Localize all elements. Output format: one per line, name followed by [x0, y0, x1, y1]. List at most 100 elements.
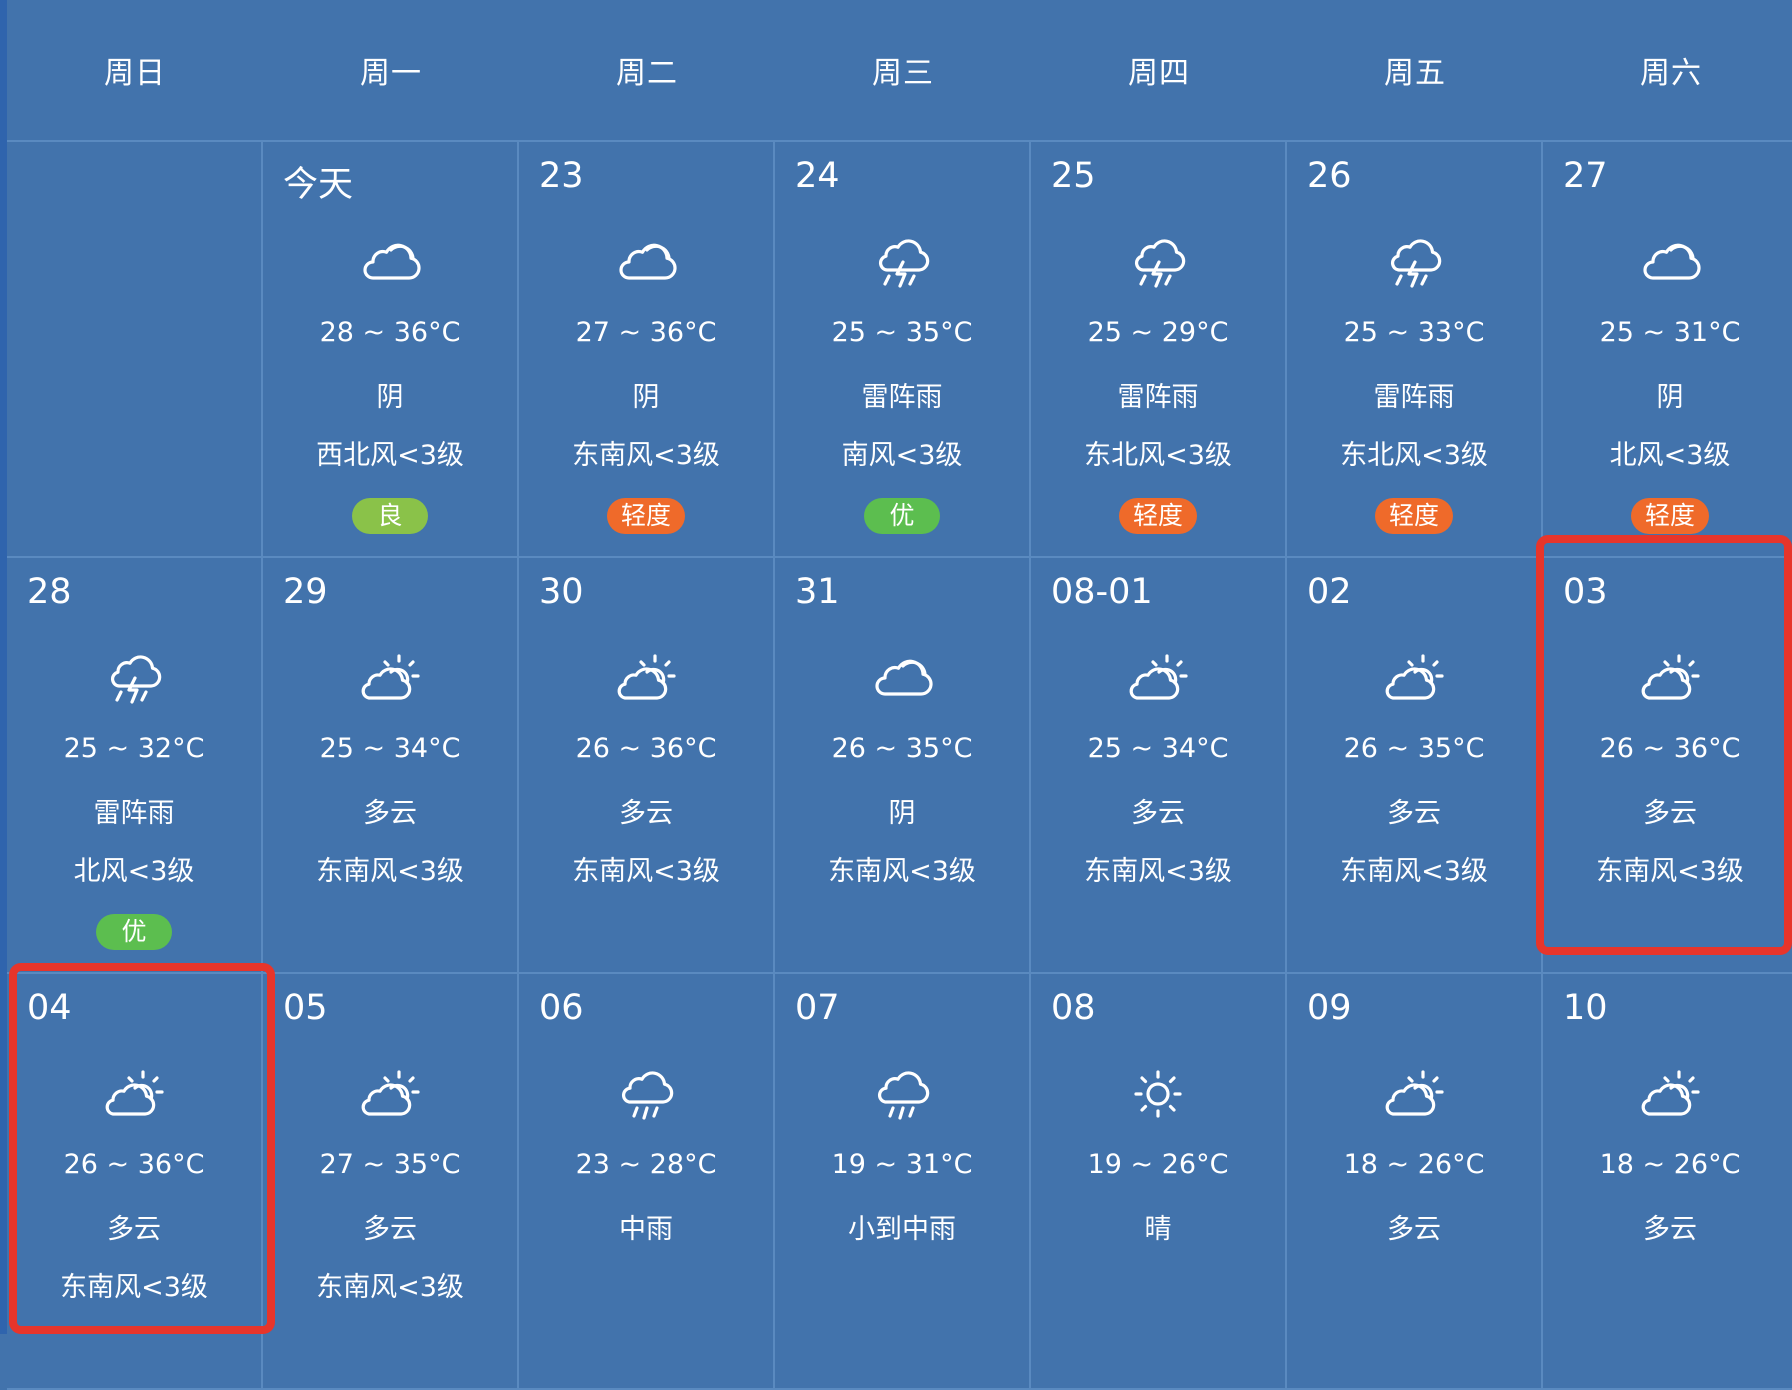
day-cell[interactable]: 07 19 ~ 31°C 小到中雨 — [775, 974, 1031, 1390]
day-date: 31 — [795, 572, 840, 612]
wind-info: 东南风<3级 — [572, 856, 720, 887]
day-cell[interactable]: 今天 28 ~ 36°C 阴西北风<3级良 — [263, 142, 519, 558]
temperature-range: 27 ~ 35°C — [319, 1149, 461, 1180]
weather-condition: 晴 — [1144, 1214, 1172, 1245]
day-cell[interactable]: 28 25 ~ 32°C 雷阵雨 北风<3级优 — [7, 558, 263, 974]
weather-condition: 雷阵雨 — [1373, 382, 1455, 413]
weather-condition: 多云 — [363, 798, 417, 829]
partly-cloudy-icon — [611, 648, 681, 708]
partly-cloudy-icon — [355, 648, 425, 708]
aqi-badge: 良 — [352, 498, 428, 534]
temperature-range: 18 ~ 26°C — [1343, 1149, 1485, 1180]
day-date: 27 — [1563, 156, 1608, 196]
day-date: 26 — [1307, 156, 1352, 196]
day-cell[interactable]: 31 26 ~ 35°C 阴东南风<3级 — [775, 558, 1031, 974]
weekday-header: 周日 周一 周二 周三 周四 周五 周六 — [7, 0, 1792, 142]
temperature-range: 26 ~ 36°C — [63, 1149, 205, 1180]
day-cell[interactable]: 29 25 ~ 34°C 多云 东南风<3级 — [263, 558, 519, 974]
day-cell[interactable]: 08 19 ~ 26°C 晴 — [1031, 974, 1287, 1390]
temperature-range: 23 ~ 28°C — [575, 1149, 717, 1180]
day-date: 今天 — [283, 165, 354, 205]
weather-condition: 雷阵雨 — [93, 798, 175, 829]
day-cell[interactable]: 10 18 ~ 26°C 多云 — [1543, 974, 1792, 1390]
weather-condition: 多云 — [1131, 798, 1185, 829]
day-cell[interactable]: 04 26 ~ 36°C 多云 东南风<3级 — [7, 974, 263, 1390]
day-cell[interactable]: 09 18 ~ 26°C 多云 — [1287, 974, 1543, 1390]
partly-cloudy-icon — [1635, 648, 1705, 708]
day-cell[interactable]: 23 27 ~ 36°C 阴东南风<3级 轻度 — [519, 142, 775, 558]
day-date: 23 — [539, 156, 584, 196]
day-date: 04 — [27, 988, 72, 1028]
temperature-range: 25 ~ 35°C — [831, 317, 973, 348]
weekday-tuesday: 周二 — [616, 56, 678, 91]
wind-info: 东北风<3级 — [1340, 440, 1488, 471]
weather-condition: 阴 — [632, 382, 660, 413]
temperature-range: 26 ~ 35°C — [1343, 733, 1485, 764]
day-cell[interactable]: 03 26 ~ 36°C 多云 东南风<3级 — [1543, 558, 1792, 974]
aqi-badge: 优 — [864, 498, 940, 534]
temperature-range: 26 ~ 35°C — [831, 733, 973, 764]
temperature-range: 27 ~ 36°C — [575, 317, 717, 348]
weather-condition: 小到中雨 — [848, 1214, 956, 1245]
temperature-range: 26 ~ 36°C — [575, 733, 717, 764]
wind-info: 东南风<3级 — [1084, 856, 1232, 887]
weekday-sunday: 周日 — [104, 56, 166, 91]
weather-condition: 阴 — [1656, 382, 1684, 413]
partly-cloudy-icon — [1379, 1064, 1449, 1124]
temperature-range: 19 ~ 26°C — [1087, 1149, 1229, 1180]
day-cell[interactable]: 08-01 25 ~ 34°C 多云 东南风<3级 — [1031, 558, 1287, 974]
aqi-badge: 轻度 — [606, 498, 686, 534]
day-cell[interactable]: 26 25 ~ 33°C 雷阵雨 东北风<3级 轻度 — [1287, 142, 1543, 558]
partly-cloudy-icon — [99, 1064, 169, 1124]
sun-icon — [1123, 1064, 1193, 1124]
weather-condition: 多云 — [1387, 1214, 1441, 1245]
thunderstorm-icon — [1123, 232, 1193, 292]
weekday-saturday: 周六 — [1640, 56, 1702, 91]
partly-cloudy-icon — [1635, 1064, 1705, 1124]
weekday-thursday: 周四 — [1128, 56, 1190, 91]
weekday-wednesday: 周三 — [872, 56, 934, 91]
day-cell[interactable]: 02 26 ~ 35°C 多云 东南风<3级 — [1287, 558, 1543, 974]
day-cell[interactable]: 25 25 ~ 29°C 雷阵雨 东北风<3级 轻度 — [1031, 142, 1287, 558]
calendar-grid: 今天 28 ~ 36°C 阴西北风<3级良 23 27 ~ 36°C 阴东南风<3级轻… — [7, 142, 1792, 1390]
day-cell[interactable]: 30 26 ~ 36°C 多云 东南风<3级 — [519, 558, 775, 974]
day-cell[interactable]: 05 27 ~ 35°C 多云 东南风<3级 — [263, 974, 519, 1390]
day-cell[interactable]: 06 23 ~ 28°C 中雨 — [519, 974, 775, 1390]
left-edge-bar — [0, 0, 7, 1334]
temperature-range: 25 ~ 32°C — [63, 733, 205, 764]
temperature-range: 25 ~ 34°C — [319, 733, 461, 764]
temperature-range: 25 ~ 33°C — [1343, 317, 1485, 348]
rain-icon — [611, 1064, 681, 1124]
day-cell[interactable]: 24 25 ~ 35°C 雷阵雨 南风<3级优 — [775, 142, 1031, 558]
weather-condition: 多云 — [363, 1214, 417, 1245]
day-date: 08-01 — [1051, 572, 1153, 612]
day-date: 10 — [1563, 988, 1608, 1028]
wind-info: 东南风<3级 — [60, 1272, 208, 1303]
day-date: 08 — [1051, 988, 1096, 1028]
weather-condition: 阴 — [888, 798, 916, 829]
day-date: 09 — [1307, 988, 1352, 1028]
wind-info: 北风<3级 — [1609, 440, 1731, 471]
thunderstorm-icon — [867, 232, 937, 292]
partly-cloudy-icon — [1379, 648, 1449, 708]
temperature-range: 19 ~ 31°C — [831, 1149, 973, 1180]
temperature-range: 18 ~ 26°C — [1599, 1149, 1741, 1180]
wind-info: 北风<3级 — [73, 856, 195, 887]
cloudy-icon — [611, 232, 681, 292]
day-date: 28 — [27, 572, 72, 612]
weather-condition: 雷阵雨 — [861, 382, 943, 413]
wind-info: 东南风<3级 — [1340, 856, 1488, 887]
rain-icon — [867, 1064, 937, 1124]
day-date: 02 — [1307, 572, 1352, 612]
temperature-range: 25 ~ 29°C — [1087, 317, 1229, 348]
weather-condition: 雷阵雨 — [1117, 382, 1199, 413]
day-cell[interactable]: 27 25 ~ 31°C 阴北风<3级 轻度 — [1543, 142, 1792, 558]
temperature-range: 26 ~ 36°C — [1599, 733, 1741, 764]
day-date: 06 — [539, 988, 584, 1028]
wind-info: 东南风<3级 — [1596, 856, 1744, 887]
weekday-friday: 周五 — [1384, 56, 1446, 91]
weather-calendar: 周日 周一 周二 周三 周四 周五 周六 今天 28 ~ 36°C 阴西北风<3级… — [0, 0, 1792, 1390]
wind-info: 西北风<3级 — [316, 440, 464, 471]
day-date: 03 — [1563, 572, 1608, 612]
partly-cloudy-icon — [1123, 648, 1193, 708]
